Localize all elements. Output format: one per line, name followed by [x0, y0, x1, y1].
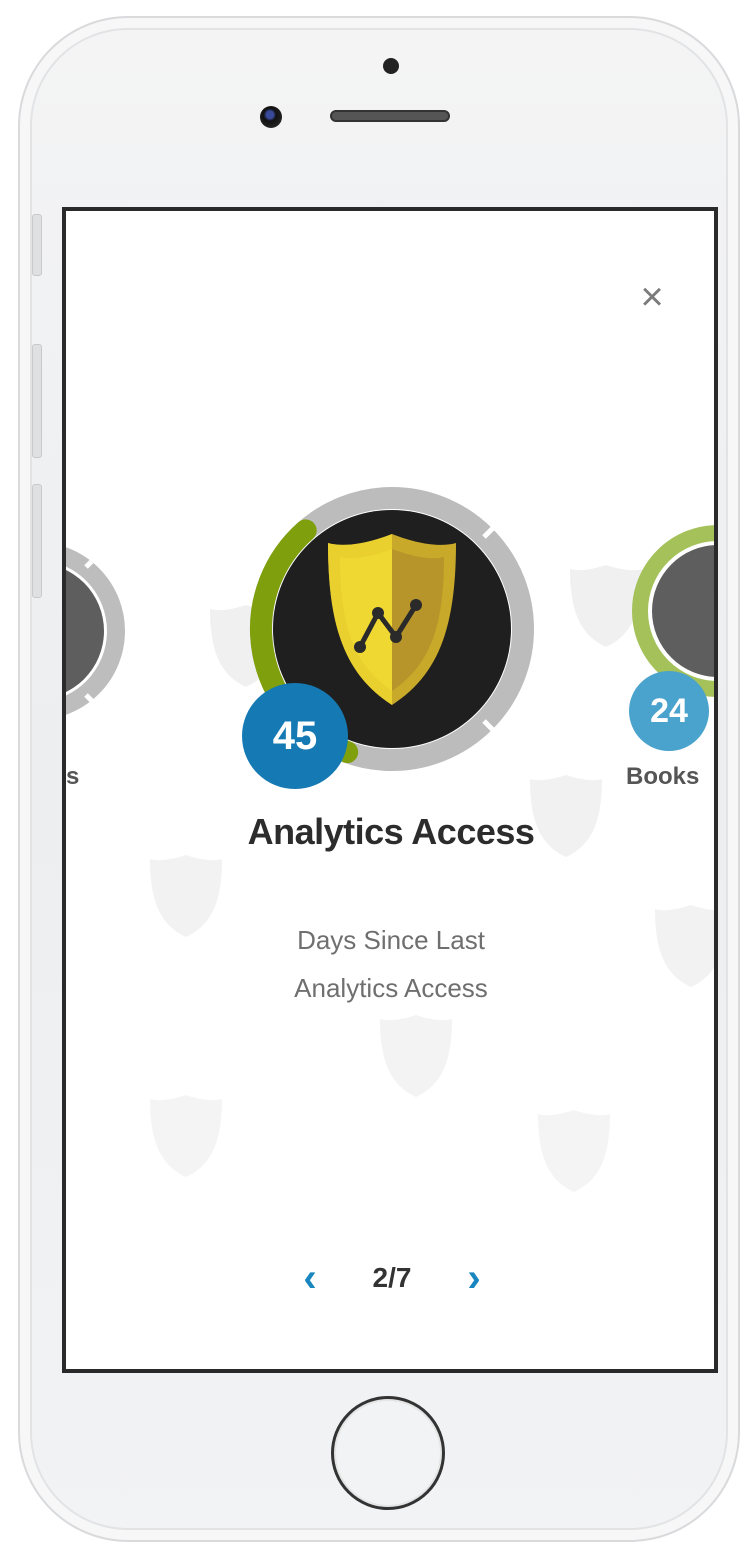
volume-up-button	[32, 344, 42, 458]
background-shield-icon	[380, 1015, 452, 1097]
mute-switch	[32, 214, 42, 276]
badge-title: Analytics Access	[247, 811, 535, 852]
next-arrow-icon[interactable]: ›	[456, 1253, 492, 1303]
proximity-sensor	[383, 58, 399, 74]
badge-modal: × s 45 24 Books Analytics Access Days Si…	[62, 207, 718, 1373]
next-badge-count: 24	[629, 671, 709, 751]
background-shield-icon	[150, 1095, 222, 1177]
previous-badge-label: s	[66, 763, 80, 790]
next-badge-label: Books	[626, 763, 700, 790]
volume-down-button	[32, 484, 42, 598]
background-shield-icon	[150, 855, 222, 937]
badge-description-line: Analytics Access	[294, 973, 488, 1003]
background-shield-icon	[538, 1110, 610, 1192]
previous-arrow-icon[interactable]: ‹	[292, 1253, 328, 1303]
front-camera	[260, 106, 282, 128]
current-badge-count: 45	[242, 683, 348, 789]
badge-description: Days Since Last Analytics Access	[241, 916, 541, 1012]
earpiece-speaker	[330, 110, 450, 122]
previous-badge[interactable]	[62, 541, 126, 721]
badge-description-line: Days Since Last	[297, 925, 485, 955]
home-button[interactable]	[331, 1396, 445, 1510]
page-indicator: 2/7	[372, 1262, 412, 1293]
background-shield-icon	[655, 905, 714, 987]
pager: ‹ 2/7 ›	[292, 1253, 492, 1303]
close-button[interactable]: ×	[632, 277, 672, 317]
